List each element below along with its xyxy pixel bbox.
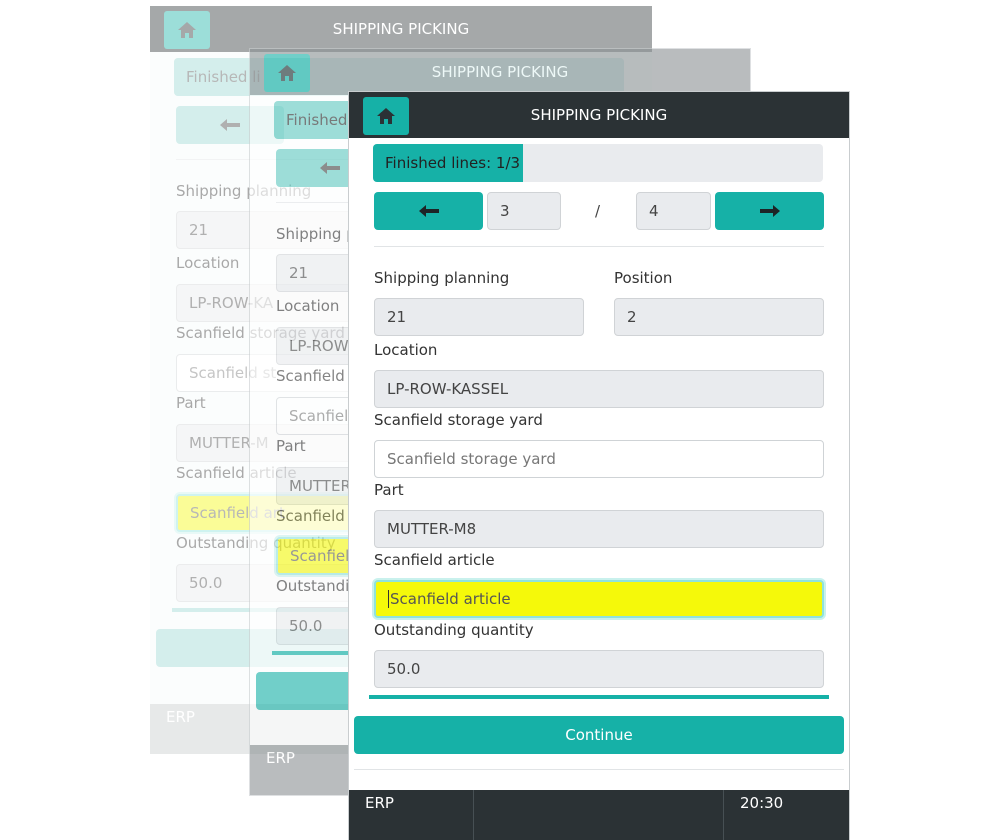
- text-caret: [388, 590, 389, 608]
- ghost-footer-erp: ERP: [166, 708, 195, 726]
- shipping-planning-label: Shipping planning: [374, 269, 510, 287]
- storage-yard-label: Scanfield storage yard: [374, 411, 543, 429]
- ghost-prev-button: [176, 106, 284, 144]
- accent-divider: [369, 695, 829, 699]
- ghost-label: Scanfield article: [176, 464, 297, 482]
- titlebar: SHIPPING PICKING: [349, 92, 849, 138]
- home-icon: [164, 11, 210, 49]
- arrow-left-icon: [320, 162, 340, 174]
- ghost-title: SHIPPING PICKING: [332, 20, 470, 38]
- location-field[interactable]: LP-ROW-KASSEL: [374, 370, 824, 408]
- ghost-label: Location: [276, 297, 340, 315]
- arrow-right-icon: [759, 205, 780, 217]
- outstanding-quantity-field[interactable]: 50.0: [374, 650, 824, 688]
- ghost-titlebar: SHIPPING PICKING: [250, 49, 750, 95]
- arrow-left-icon: [220, 119, 240, 131]
- part-label: Part: [374, 481, 404, 499]
- divider: [354, 769, 844, 770]
- position-label: Position: [614, 269, 673, 287]
- finished-lines-progress: Finished lines: 1/3: [373, 144, 823, 182]
- shipping-picking-window: SHIPPING PICKING Finished lines: 1/3 3 /…: [348, 91, 850, 840]
- position-field[interactable]: 2: [614, 298, 824, 336]
- article-placeholder: Scanfield article: [390, 590, 511, 608]
- page-separator: /: [595, 202, 601, 220]
- location-label: Location: [374, 341, 438, 359]
- outstanding-quantity-label: Outstanding quantity: [374, 621, 534, 639]
- divider: [374, 246, 824, 247]
- ghost-label: Scanfield a: [276, 507, 359, 525]
- ghost-label: Shipping p: [276, 225, 356, 243]
- ghost-title: SHIPPING PICKING: [431, 63, 569, 81]
- arrow-left-icon: [418, 205, 439, 217]
- ghost-label: Location: [176, 254, 240, 272]
- scanfield-storage-yard-input[interactable]: Scanfield storage yard: [374, 440, 824, 478]
- article-label: Scanfield article: [374, 551, 495, 569]
- ghost-label: Outstandin: [276, 577, 359, 595]
- progress-label: Finished lines: 1/3: [385, 154, 521, 172]
- ghost-label: Scanfield s: [276, 367, 358, 385]
- previous-line-button[interactable]: [374, 192, 483, 230]
- ghost-progress-label: Finished: [286, 111, 348, 129]
- ghost-label: Part: [276, 437, 306, 455]
- scanfield-article-input[interactable]: Scanfield article: [374, 580, 824, 618]
- part-field[interactable]: MUTTER-M8: [374, 510, 824, 548]
- footer-app-name: ERP: [349, 790, 474, 840]
- home-icon: [264, 54, 310, 92]
- ghost-label: Part: [176, 394, 206, 412]
- continue-button[interactable]: Continue: [354, 716, 844, 754]
- current-line-field[interactable]: 3: [487, 192, 561, 230]
- ghost-label: Scanfield storage yard: [176, 324, 345, 342]
- page-title: SHIPPING PICKING: [530, 106, 668, 124]
- ghost-progress-label: Finished li: [186, 68, 261, 86]
- ghost-label: Shipping planning: [176, 182, 312, 200]
- status-footer: ERP 20:30: [349, 790, 849, 840]
- ghost-label: Outstanding quantity: [176, 534, 336, 552]
- shipping-planning-field[interactable]: 21: [374, 298, 584, 336]
- next-line-button[interactable]: [715, 192, 824, 230]
- ghost-titlebar: SHIPPING PICKING: [150, 6, 652, 52]
- total-lines-field[interactable]: 4: [636, 192, 711, 230]
- footer-time: 20:30: [723, 790, 849, 840]
